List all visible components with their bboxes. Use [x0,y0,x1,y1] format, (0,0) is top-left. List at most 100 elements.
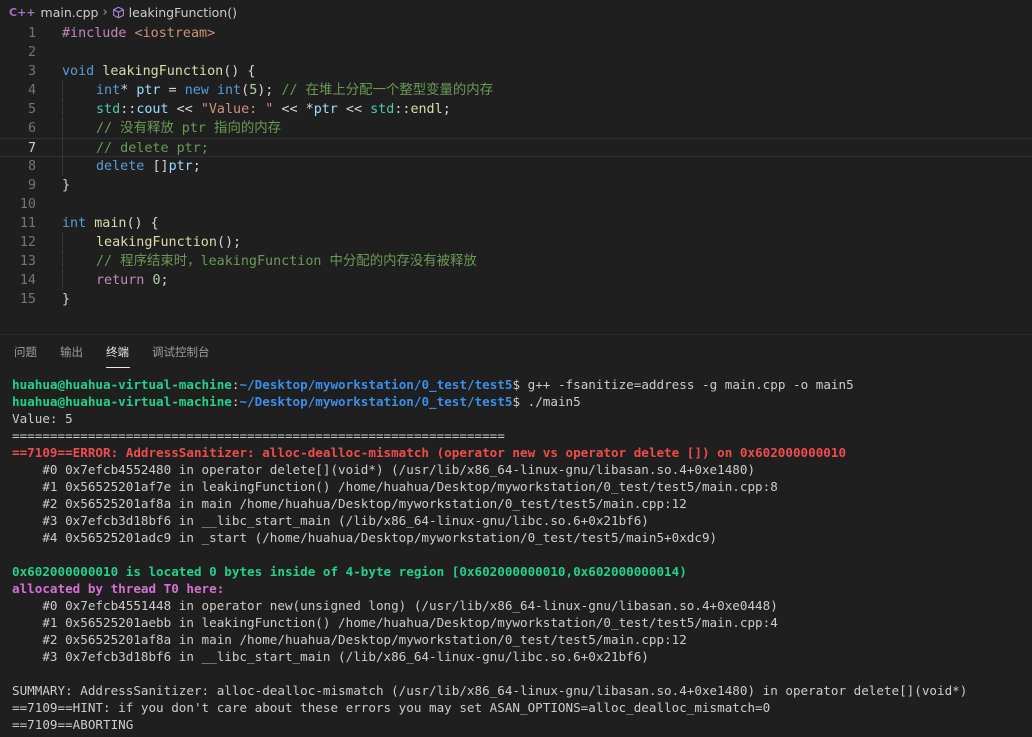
code-token: endl [410,102,443,117]
code-token: int [96,83,121,98]
terminal-line: huahua@huahua-virtual-machine:~/Desktop/… [12,376,1032,393]
breadcrumb-file[interactable]: main.cpp [41,5,99,20]
terminal-text: #4 0x56525201adc9 in _start (/home/huahu… [12,530,718,545]
code-line[interactable]: 1 #include <iostream> [0,24,1032,43]
terminal-line: Value: 5 [12,410,1032,427]
code-token: 0 [152,273,161,288]
terminal-line: #2 0x56525201af8a in main /home/huahua/D… [12,631,1032,648]
code-token: [] [152,159,169,174]
code-line[interactable]: 13 // 程序结束时，leakingFunction 中分配的内存没有被释放 [0,252,1032,271]
code-line[interactable]: 8 delete []ptr; [0,157,1032,176]
code-line[interactable]: 2 [0,43,1032,62]
terminal-text: huahua@huahua-virtual-machine [12,394,232,409]
code-token: ; [192,159,201,174]
line-number: 12 [19,235,36,250]
code-line[interactable]: 10 [0,195,1032,214]
code-token: std [96,102,121,117]
panel-tab[interactable]: 调试控制台 [152,344,210,360]
terminal-text: Value: 5 [12,411,73,426]
indent-guide [62,119,64,138]
line-number: 7 [27,141,36,156]
code-token: ptr [136,83,161,98]
code-line[interactable]: 3 void leakingFunction() { [0,62,1032,81]
code-line[interactable]: 4 int* ptr = new int(5); // 在堆上分配一个整型变量的内… [0,81,1032,100]
code-token: << * [273,102,314,117]
indent-guide [62,100,64,119]
code-token: leakingFunction [102,64,224,79]
code-line[interactable]: 6 // 没有释放 ptr 指向的内存 [0,119,1032,138]
code-token: void [62,64,103,79]
terminal-text: ==7109==HINT: if you don't care about th… [12,700,771,715]
code-token: return [96,273,153,288]
code-line[interactable]: 11 int main() { [0,214,1032,233]
code-line[interactable]: 9} [0,176,1032,195]
terminal-text: ==7109==ERROR: AddressSanitizer: alloc-d… [12,445,847,460]
terminal-text: ~/Desktop/myworkstation/0_test/test5 [239,377,513,392]
terminal-text: allocated by thread T0 here: [12,581,225,596]
indent-guide [62,252,64,271]
line-number: 5 [27,102,36,117]
line-number: 11 [19,216,36,231]
breadcrumb-symbol[interactable]: leakingFunction() [129,5,237,20]
code-token: ptr [313,102,338,117]
terminal-text: #1 0x56525201af7e in leakingFunction() /… [12,479,778,494]
code-token: << [337,102,371,117]
terminal-line: allocated by thread T0 here: [12,580,1032,597]
code-editor[interactable]: 1 #include <iostream> 2 3 void leakingFuncti… [0,24,1032,334]
code-token: * [120,83,137,98]
code-line[interactable]: 7 // delete ptr; [0,138,1032,158]
code-token: :: [120,102,137,117]
code-text: } [62,290,70,309]
terminal-line [12,546,1032,563]
terminal-text: ==7109==ABORTING [12,717,134,732]
code-token: // 程序结束时，leakingFunction 中分配的内存没有被释放 [96,254,477,269]
terminal-line: #0 0x7efcb4552480 in operator delete[](v… [12,461,1032,478]
code-token: leakingFunction [96,235,217,250]
code-token: std [370,102,395,117]
chevron-right-icon: › [102,4,108,20]
terminal-text: ========================================… [12,428,505,443]
terminal-line: ==7109==ABORTING [12,716,1032,733]
indent-guide [62,157,64,176]
terminal-text: #3 0x7efcb3d18bf6 in __libc_start_main (… [12,649,649,664]
breadcrumb: C++ main.cpp › leakingFunction() [0,0,1032,24]
panel-tabs: 问题 输出 终端 调试控制台 [0,335,1032,369]
terminal-line: ==7109==ERROR: AddressSanitizer: alloc-d… [12,444,1032,461]
code-token: ); [257,83,282,98]
terminal-text: #0 0x7efcb4552480 in operator delete[](v… [12,462,756,477]
terminal-text: #3 0x7efcb3d18bf6 in __libc_start_main (… [12,513,649,528]
terminal-line: #1 0x56525201af7e in leakingFunction() /… [12,478,1032,495]
code-token: // delete ptr; [96,141,209,156]
indent-guide [62,139,64,158]
line-number: 13 [19,254,36,269]
code-text: } [62,176,70,195]
terminal-line: #0 0x7efcb4551448 in operator new(unsign… [12,597,1032,614]
terminal-text: $ ./main5 [512,394,581,409]
panel-tab[interactable]: 终端 [106,344,129,360]
code-text: void leakingFunction() { [62,62,256,81]
code-line[interactable]: 5 std::cout << "Value: " << *ptr << std::… [0,100,1032,119]
cpp-file-icon: C++ [9,5,36,19]
terminal-line: #3 0x7efcb3d18bf6 in __libc_start_main (… [12,648,1032,665]
code-text: // 没有释放 ptr 指向的内存 [96,119,281,138]
panel-tab[interactable]: 问题 [14,344,37,360]
code-text: int main() { [62,214,159,233]
code-line[interactable]: 15} [0,290,1032,309]
method-cube-icon [112,6,124,18]
code-line[interactable]: 14 return 0; [0,271,1032,290]
code-token: // 没有释放 ptr 指向的内存 [96,121,282,136]
terminal-output[interactable]: huahua@huahua-virtual-machine:~/Desktop/… [12,376,1032,737]
line-number: 6 [27,121,36,136]
code-text: // delete ptr; [96,139,209,158]
code-token: = [160,83,185,98]
terminal-line: huahua@huahua-virtual-machine:~/Desktop/… [12,393,1032,410]
code-token: ptr [168,159,193,174]
line-number: 10 [19,197,36,212]
line-number: 2 [27,45,36,60]
panel-tab[interactable]: 输出 [60,344,83,360]
code-line[interactable]: 12 leakingFunction(); [0,233,1032,252]
code-token: "Value: " [200,102,274,117]
code-token: #include [62,26,135,41]
code-text: leakingFunction(); [96,233,241,252]
